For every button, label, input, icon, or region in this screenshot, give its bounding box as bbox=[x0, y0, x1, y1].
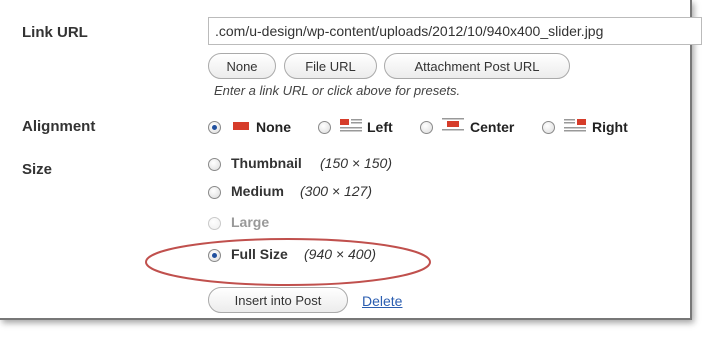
align-center-icon bbox=[442, 118, 464, 131]
size-medium-dims: (300 × 127) bbox=[300, 183, 372, 199]
attachment-settings-panel: Link URL .com/u-design/wp-content/upload… bbox=[0, 0, 702, 320]
size-large-radio[interactable] bbox=[208, 217, 221, 230]
align-left-radio[interactable] bbox=[318, 121, 331, 134]
link-url-hint: Enter a link URL or click above for pres… bbox=[214, 83, 461, 98]
align-center-radio[interactable] bbox=[420, 121, 433, 134]
align-none-icon bbox=[230, 119, 252, 133]
link-url-input[interactable]: .com/u-design/wp-content/uploads/2012/10… bbox=[208, 17, 702, 45]
size-label: Size bbox=[22, 161, 53, 178]
none-preset-button[interactable]: None bbox=[208, 53, 276, 79]
align-none-radio[interactable] bbox=[208, 121, 221, 134]
size-thumbnail-dims: (150 × 150) bbox=[320, 155, 392, 171]
align-right-icon bbox=[564, 119, 586, 132]
size-thumbnail-label: Thumbnail bbox=[231, 155, 302, 171]
file-url-button[interactable]: File URL bbox=[284, 53, 377, 79]
attachment-post-url-button[interactable]: Attachment Post URL bbox=[384, 53, 570, 79]
align-left-icon bbox=[340, 119, 362, 132]
link-url-label: Link URL bbox=[22, 24, 88, 41]
align-none-label: None bbox=[256, 119, 291, 135]
size-large-label: Large bbox=[231, 214, 270, 230]
alignment-label: Alignment bbox=[22, 118, 96, 135]
delete-link[interactable]: Delete bbox=[362, 293, 402, 309]
size-medium-radio[interactable] bbox=[208, 186, 221, 199]
size-thumbnail-radio[interactable] bbox=[208, 158, 221, 171]
size-medium-label: Medium bbox=[231, 183, 284, 199]
align-center-label: Center bbox=[470, 119, 515, 135]
align-left-label: Left bbox=[367, 119, 393, 135]
align-right-label: Right bbox=[592, 119, 628, 135]
highlight-ellipse bbox=[145, 238, 431, 286]
insert-into-post-button[interactable]: Insert into Post bbox=[208, 287, 348, 313]
align-right-radio[interactable] bbox=[542, 121, 555, 134]
